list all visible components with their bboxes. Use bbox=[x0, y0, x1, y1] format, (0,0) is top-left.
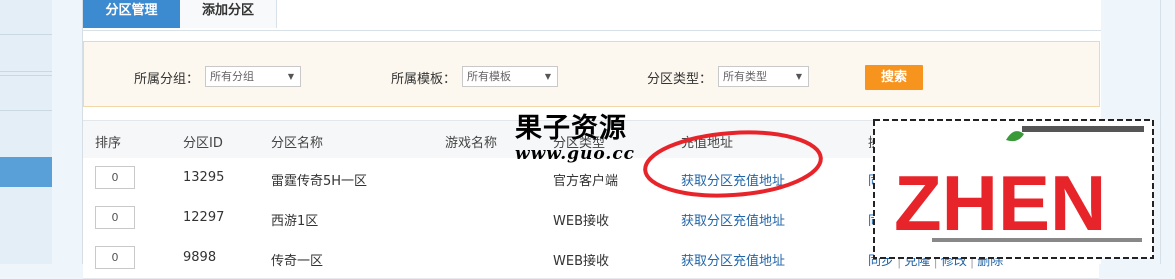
right-scroll-strip bbox=[1160, 0, 1175, 264]
sidebar-item[interactable] bbox=[0, 34, 52, 72]
watermark-title: 果子资源 bbox=[515, 113, 627, 144]
dropdown-arrow-icon: ▼ bbox=[544, 72, 551, 81]
type-select[interactable]: 所有类型 ▼ bbox=[718, 66, 809, 87]
group-select-value: 所有分组 bbox=[210, 70, 254, 83]
watermark-url: www.guo.cc bbox=[515, 144, 636, 164]
type-filter-label: 分区类型： bbox=[647, 72, 713, 87]
partition-type: WEB接收 bbox=[553, 254, 609, 269]
tab-bar: 分区管理 添加分区 bbox=[83, 0, 1101, 31]
partition-name: 西游1区 bbox=[271, 214, 319, 229]
dropdown-arrow-icon: ▼ bbox=[287, 72, 294, 81]
type-select-value: 所有类型 bbox=[723, 70, 767, 83]
sidebar-item-active[interactable] bbox=[0, 157, 52, 187]
partition-type: 官方客户端 bbox=[553, 174, 619, 189]
header-game-name: 游戏名称 bbox=[445, 136, 498, 151]
left-sidebar bbox=[0, 0, 52, 264]
sidebar-item[interactable] bbox=[0, 75, 52, 111]
header-sort: 排序 bbox=[95, 136, 122, 151]
group-select[interactable]: 所有分组 ▼ bbox=[205, 66, 301, 87]
partition-id: 12297 bbox=[183, 210, 225, 225]
recharge-address-link[interactable]: 获取分区充值地址 bbox=[681, 250, 785, 269]
template-filter-label: 所属模板： bbox=[391, 72, 457, 87]
header-partition-id: 分区ID bbox=[183, 136, 223, 151]
watermark-guo: 果子资源 www.guo.cc bbox=[515, 106, 675, 164]
tab-add-partition[interactable]: 添加分区 bbox=[180, 0, 277, 28]
dropdown-arrow-icon: ▼ bbox=[795, 72, 802, 81]
sort-input[interactable]: 0 bbox=[95, 166, 135, 189]
tab-partition-manage[interactable]: 分区管理 bbox=[83, 0, 180, 28]
template-select-value: 所有模板 bbox=[467, 70, 511, 83]
template-select[interactable]: 所有模板 ▼ bbox=[462, 66, 558, 87]
zhen-logo: ZHEN bbox=[873, 119, 1154, 259]
partition-id: 9898 bbox=[183, 250, 217, 265]
partition-id: 13295 bbox=[183, 170, 225, 185]
sort-input[interactable]: 0 bbox=[95, 206, 135, 229]
partition-name: 传奇一区 bbox=[271, 254, 324, 269]
filter-bar: 所属分组： 所有分组 ▼ 所属模板： 所有模板 ▼ 分区类型： 所有类型 ▼ 搜… bbox=[83, 41, 1100, 107]
search-button[interactable]: 搜索 bbox=[865, 65, 923, 90]
zhen-logo-text: ZHEN bbox=[894, 159, 1106, 247]
recharge-address-link[interactable]: 获取分区充值地址 bbox=[681, 210, 785, 229]
sort-input[interactable]: 0 bbox=[95, 246, 135, 269]
group-filter-label: 所属分组： bbox=[134, 72, 200, 87]
partition-type: WEB接收 bbox=[553, 214, 609, 229]
partition-name: 雷霆传奇5H一区 bbox=[271, 174, 368, 189]
header-partition-name: 分区名称 bbox=[271, 136, 324, 151]
